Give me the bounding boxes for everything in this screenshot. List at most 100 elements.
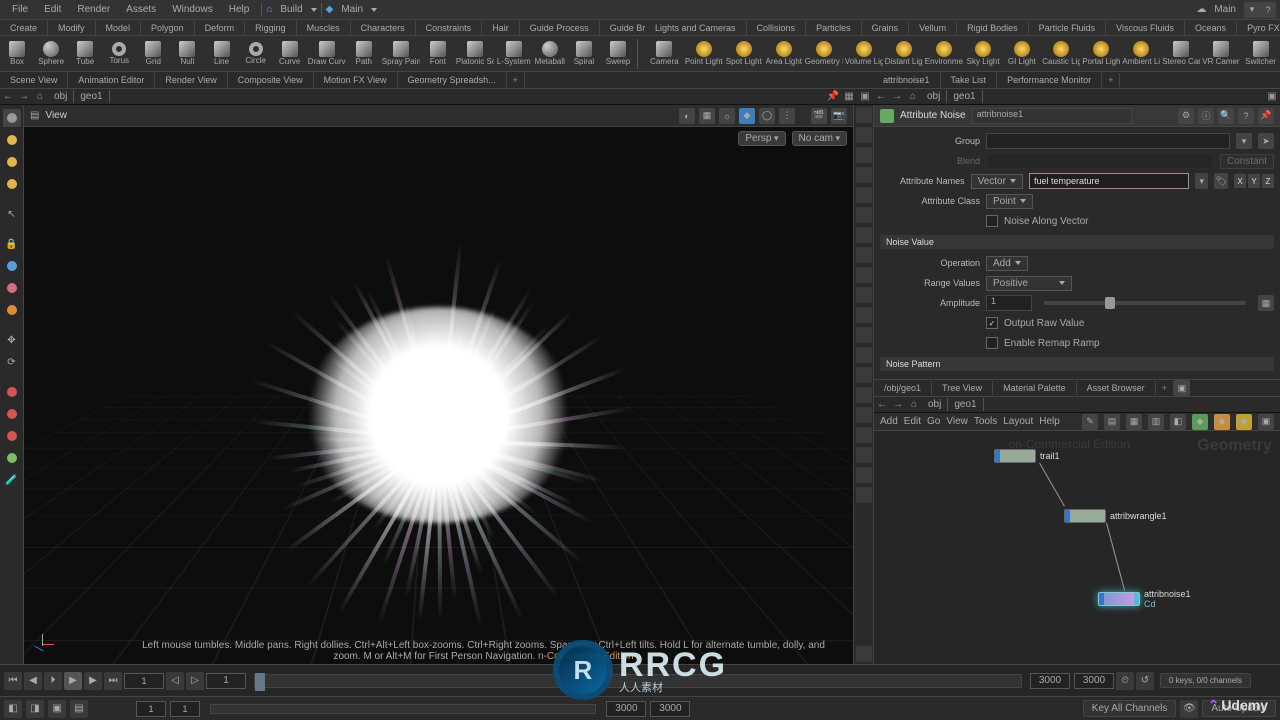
shelf-tab[interactable]: Particles <box>806 21 862 35</box>
viewport-title[interactable]: View <box>45 110 67 121</box>
shelf-tool[interactable]: Spot Light <box>724 39 764 68</box>
camera-icon[interactable]: ▦ <box>841 90 857 104</box>
nocam-selector[interactable]: No cam ▾ <box>792 131 847 146</box>
amplitude-field[interactable]: 1 <box>986 295 1032 311</box>
display-opts-icon[interactable] <box>856 207 872 223</box>
back-icon[interactable]: ← <box>874 398 890 412</box>
render-icon[interactable]: 🎬 <box>811 108 827 124</box>
shelf-tab[interactable]: Deform <box>195 21 246 35</box>
pane-tab[interactable]: Performance Monitor <box>997 73 1102 87</box>
remap-checkbox[interactable] <box>986 337 998 349</box>
pin-icon[interactable]: 📌 <box>825 90 841 104</box>
first-frame-icon[interactable]: ⏮ <box>4 672 22 690</box>
shelf-tool[interactable]: Font <box>421 39 455 68</box>
snapshot-icon[interactable]: 📷 <box>831 108 847 124</box>
shelf-tool[interactable]: Sphere <box>34 39 68 68</box>
shelf-tab[interactable]: Guide Brushes <box>600 21 645 35</box>
display-opts-icon[interactable] <box>856 247 872 263</box>
current-frame-field[interactable] <box>124 673 164 689</box>
display-opts-icon[interactable] <box>856 267 872 283</box>
help-icon[interactable]: ? <box>1238 108 1254 124</box>
display-opts-icon[interactable] <box>856 347 872 363</box>
next-frame-icon[interactable]: ▶ <box>84 672 102 690</box>
path-segment[interactable]: geo1 <box>74 90 109 103</box>
loop-icon[interactable]: ↺ <box>1136 672 1154 690</box>
shelf-tool[interactable]: GI Light <box>1003 39 1042 68</box>
start-frame[interactable]: 1 <box>206 673 246 689</box>
display-opts-icon[interactable] <box>856 167 872 183</box>
pane-tab-plus[interactable]: + <box>1102 73 1120 87</box>
shelf-tool[interactable]: Sky Light <box>964 39 1003 68</box>
brush-tool-icon[interactable] <box>3 279 21 297</box>
snap-icon[interactable] <box>3 383 21 401</box>
network-node[interactable]: trail1 <box>994 449 1060 463</box>
eye-icon[interactable]: 👁 <box>1180 700 1198 718</box>
pane-tab[interactable]: Composite View <box>228 73 314 87</box>
shelf-tab[interactable]: Characters <box>351 21 416 35</box>
shelf-tool[interactable]: Distant Light <box>884 39 924 68</box>
net-tab-plus[interactable]: + <box>1156 381 1174 395</box>
ghost-icon[interactable]: ◯ <box>759 108 775 124</box>
shelf-tool[interactable]: Point Light <box>684 39 724 68</box>
path-segment[interactable]: obj <box>922 398 948 411</box>
sel-mode-icon[interactable]: ◨ <box>26 700 44 718</box>
shelf-tool[interactable]: Torus <box>102 39 136 68</box>
shelf-tab[interactable]: Rigid Bodies <box>957 21 1029 35</box>
display-opts-icon[interactable] <box>856 487 872 503</box>
shelf-tool[interactable]: Null <box>170 39 204 68</box>
shelf-tab[interactable]: Viscous Fluids <box>1106 21 1185 35</box>
menu-windows[interactable]: Windows <box>164 2 221 17</box>
prev-frame-icon[interactable]: ◀ <box>24 672 42 690</box>
home-icon[interactable]: ⌂ <box>32 90 48 104</box>
wire-icon[interactable]: ▦ <box>699 108 715 124</box>
attr-class-dropdown[interactable]: Point <box>986 194 1033 209</box>
scene-viewport[interactable]: ▤ View ◐ ▦ ☼ ◆ ◯ ⋮ 🎬 📷 Persp ▾ <box>24 105 853 664</box>
range-slider[interactable] <box>210 704 596 714</box>
menu-edit[interactable]: Edit <box>36 2 69 17</box>
path-segment[interactable]: geo1 <box>948 398 983 411</box>
play-icon[interactable]: ▶ <box>64 672 82 690</box>
attr-type-dropdown[interactable]: Vector <box>971 174 1023 189</box>
go-frame-field2[interactable] <box>170 701 200 717</box>
net-menu[interactable]: Edit <box>904 416 921 427</box>
net-tab[interactable]: Asset Browser <box>1077 381 1156 395</box>
move-tool-icon[interactable]: ✥ <box>3 331 21 349</box>
pane-tab[interactable]: Motion FX View <box>314 73 398 87</box>
select-prims-icon[interactable] <box>3 153 21 171</box>
pane-tab[interactable]: Scene View <box>0 73 68 87</box>
pin-icon[interactable]: ▾ <box>1244 2 1260 18</box>
end-frame[interactable]: 3000 <box>1030 673 1070 689</box>
misc-icon[interactable]: ⋮ <box>779 108 795 124</box>
range-frame[interactable]: 3000 <box>1074 673 1114 689</box>
net-menu[interactable]: Go <box>927 416 940 427</box>
pane-tab[interactable]: Geometry Spreadsh... <box>398 73 507 87</box>
range-dropdown[interactable]: Positive <box>986 276 1072 291</box>
menu-assets[interactable]: Assets <box>118 2 164 17</box>
gear-icon[interactable]: ⚙ <box>1178 108 1194 124</box>
shelf-tab[interactable]: Oceans <box>1185 21 1237 35</box>
network-node[interactable]: attribwrangle1 <box>1064 509 1167 523</box>
shelf-tab[interactable]: Guide Process <box>520 21 600 35</box>
key-all-button[interactable]: Key All Channels <box>1083 700 1177 717</box>
play-back-icon[interactable]: ⏵ <box>44 672 62 690</box>
net-tab[interactable]: Material Palette <box>993 381 1077 395</box>
shelf-tab[interactable]: Lights and Cameras <box>645 21 747 35</box>
shelf-tool[interactable]: Volume Light <box>844 39 884 68</box>
operation-dropdown[interactable]: Add <box>986 256 1028 271</box>
shelf-tab[interactable]: Polygon <box>141 21 195 35</box>
magnet-icon[interactable] <box>3 427 21 445</box>
pane-tab[interactable]: Animation Editor <box>68 73 155 87</box>
net-tool-icon[interactable]: ◆ <box>1214 414 1230 430</box>
shelf-tool[interactable]: Environment Light <box>924 39 964 68</box>
desktop-selector-left[interactable]: Build <box>272 2 310 17</box>
outraw-checkbox[interactable] <box>986 317 998 329</box>
menu-file[interactable]: File <box>4 2 36 17</box>
section-header[interactable]: Noise Pattern <box>880 357 1274 371</box>
shelf-tool[interactable]: Spiral <box>567 39 601 68</box>
display-opts-icon[interactable] <box>856 187 872 203</box>
display-opts-icon[interactable] <box>856 287 872 303</box>
shelf-tool[interactable]: Metaball <box>533 39 567 68</box>
pane-tab[interactable]: Take List <box>941 73 998 87</box>
group-select-icon[interactable]: ➤ <box>1258 133 1274 149</box>
snap-grid-icon[interactable] <box>3 405 21 423</box>
